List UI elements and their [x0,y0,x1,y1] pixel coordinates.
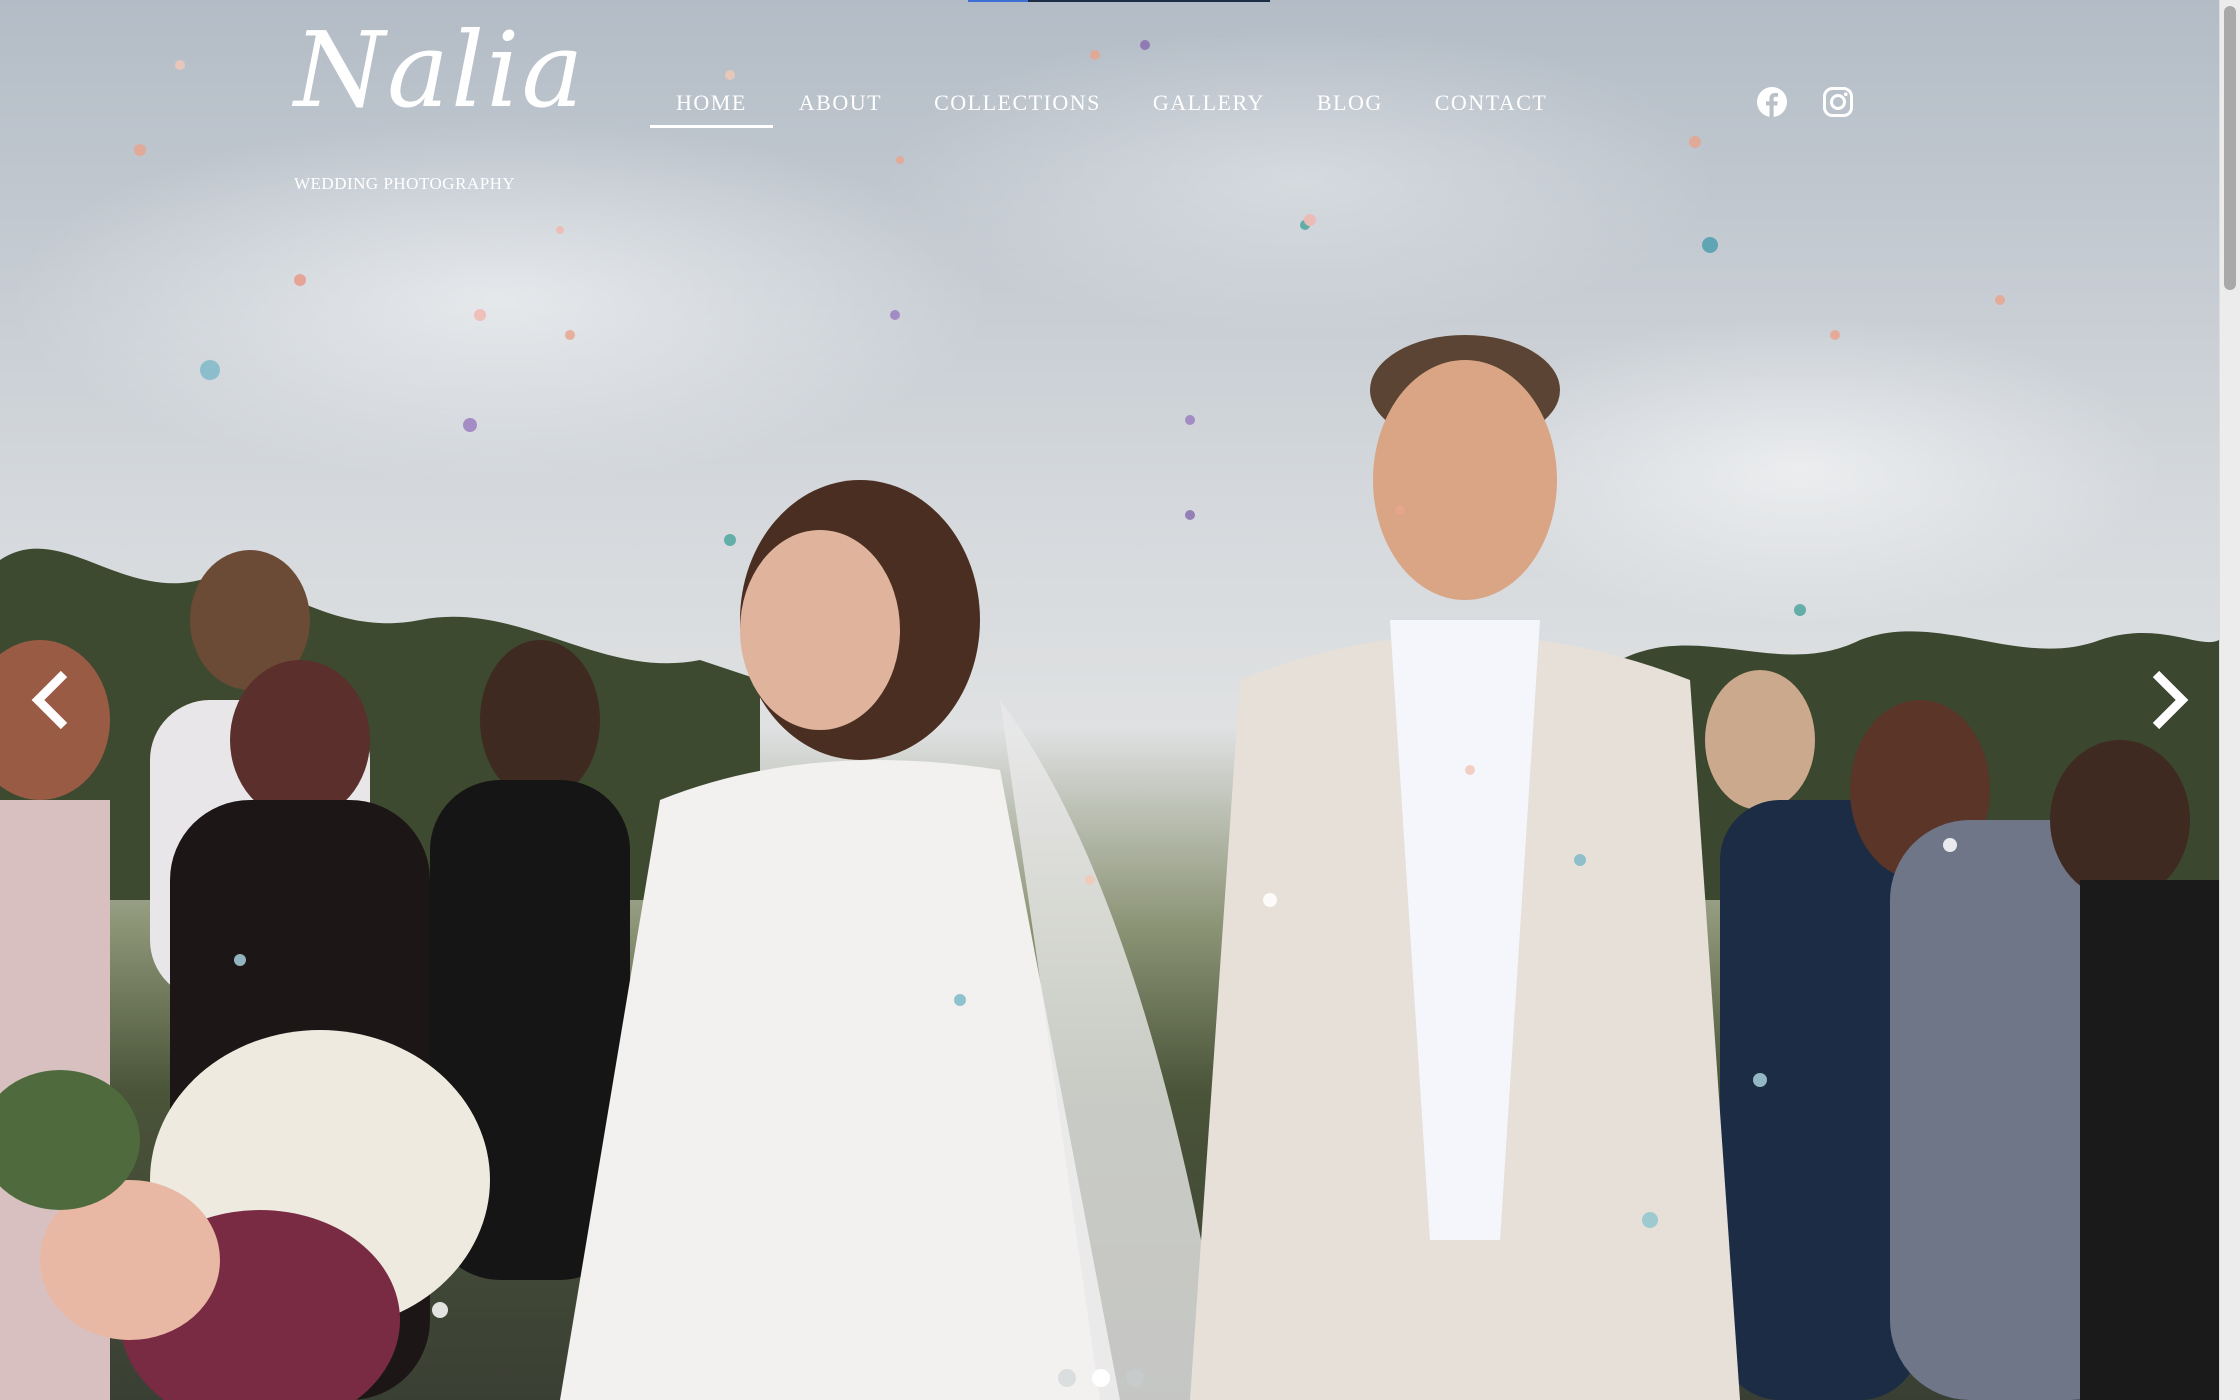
slider-dot-1[interactable] [1058,1369,1076,1387]
logo-tagline: WEDDING PHOTOGRAPHY [294,174,516,193]
slider-pagination [1058,1369,1144,1387]
social-links [1756,86,1854,118]
slider-dot-2[interactable] [1092,1369,1110,1387]
chevron-left-icon [31,670,68,730]
scrollbar-thumb[interactable] [2224,6,2236,290]
nav-item-collections[interactable]: COLLECTIONS [908,86,1127,130]
nav-item-blog[interactable]: BLOG [1291,86,1409,130]
wedding-couple-photo [0,40,2219,1400]
chevron-right-icon [2152,670,2189,730]
nav-item-gallery[interactable]: GALLERY [1127,86,1291,130]
slider-dot-3[interactable] [1126,1369,1144,1387]
nav-item-contact[interactable]: CONTACT [1409,86,1574,130]
hero-slider-image [0,0,2219,1400]
site-logo[interactable]: Nalia WEDDING PHOTOGRAPHY [288,10,584,200]
nav-item-home[interactable]: HOME [650,86,773,130]
instagram-icon[interactable] [1822,86,1854,118]
nav-item-about[interactable]: ABOUT [773,86,908,130]
slider-next-button[interactable] [2146,670,2192,730]
page-load-progress-fill [968,0,1029,2]
main-navigation: HOME ABOUT COLLECTIONS GALLERY BLOG CONT… [650,86,1573,136]
facebook-icon[interactable] [1756,86,1788,118]
logo-script-text: Nalia [294,9,586,131]
page-load-progress-bar [968,0,1270,2]
slider-prev-button[interactable] [28,670,74,730]
page-scrollbar[interactable] [2219,0,2240,1400]
